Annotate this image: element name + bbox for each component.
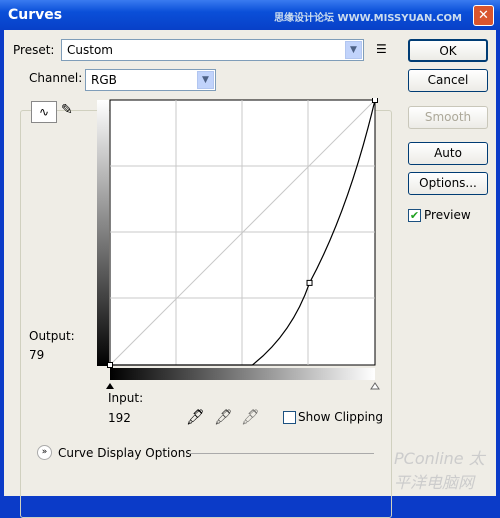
curve-point[interactable] (306, 279, 313, 286)
dialog-body: Preset: Custom ▼ ☰ OK Cancel Smooth Auto… (4, 30, 496, 518)
expand-icon: » (37, 445, 52, 460)
curve-icon: ∿ (38, 105, 50, 119)
auto-button[interactable]: Auto (408, 142, 488, 165)
curve-display-options-label: Curve Display Options (58, 445, 192, 460)
close-button[interactable]: ✕ (473, 5, 494, 26)
cancel-button[interactable]: Cancel (408, 69, 488, 92)
output-gradient-bar (97, 100, 109, 366)
divider (189, 453, 374, 454)
curve-point[interactable] (372, 98, 378, 103)
title-bar: Curves 思缘设计论坛 WWW.MISSYUAN.COM ✕ (0, 0, 500, 30)
preset-label: Preset: (13, 43, 55, 57)
output-value: 79 (29, 348, 45, 362)
preset-select[interactable]: Custom ▼ (61, 39, 364, 61)
options-button[interactable]: Options... (408, 172, 488, 195)
white-eyedropper-icon[interactable]: 🖋 (241, 408, 260, 426)
ok-button[interactable]: OK (408, 39, 488, 62)
curve-tool-button[interactable]: ∿ (31, 101, 57, 123)
preset-menu-icon[interactable]: ☰ (376, 42, 387, 56)
show-clipping-label: Show Clipping (298, 410, 384, 424)
smooth-button[interactable]: Smooth (408, 106, 488, 129)
gray-eyedropper-icon[interactable]: 🖋 (214, 408, 233, 426)
curve-point[interactable] (107, 362, 113, 368)
preset-value: Custom (67, 43, 113, 57)
show-clipping-checkbox[interactable]: Show Clipping (283, 410, 383, 424)
channel-select[interactable]: RGB ▼ (85, 69, 216, 91)
preview-checkbox[interactable]: ✔ Preview (408, 208, 471, 222)
window-title: Curves (8, 7, 63, 23)
chevron-down-icon: ▼ (345, 41, 362, 59)
check-icon: ✔ (408, 208, 421, 222)
curve-display-options-toggle[interactable]: » Curve Display Options (37, 445, 192, 460)
input-gradient-bar (110, 368, 375, 380)
white-point-slider[interactable] (370, 382, 380, 390)
corner-watermark: PConline 太平洋电脑网 (394, 449, 485, 492)
channel-label: Channel: (26, 71, 86, 85)
watermark: 思缘设计论坛 WWW.MISSYUAN.COM (274, 13, 462, 24)
pencil-icon[interactable]: ✎ (61, 102, 73, 118)
input-label: Input: (108, 391, 144, 405)
chevron-down-icon: ▼ (197, 71, 214, 89)
black-point-slider[interactable] (106, 383, 114, 389)
black-eyedropper-icon[interactable]: 🖋 (186, 408, 205, 426)
checkbox-box (283, 410, 296, 424)
preview-label: Preview (424, 208, 471, 222)
output-label: Output: (29, 329, 75, 343)
curves-dialog: Curves 思缘设计论坛 WWW.MISSYUAN.COM ✕ Preset:… (0, 0, 500, 518)
channel-value: RGB (91, 73, 117, 87)
input-value: 192 (108, 411, 131, 425)
curves-graph[interactable] (94, 98, 384, 398)
